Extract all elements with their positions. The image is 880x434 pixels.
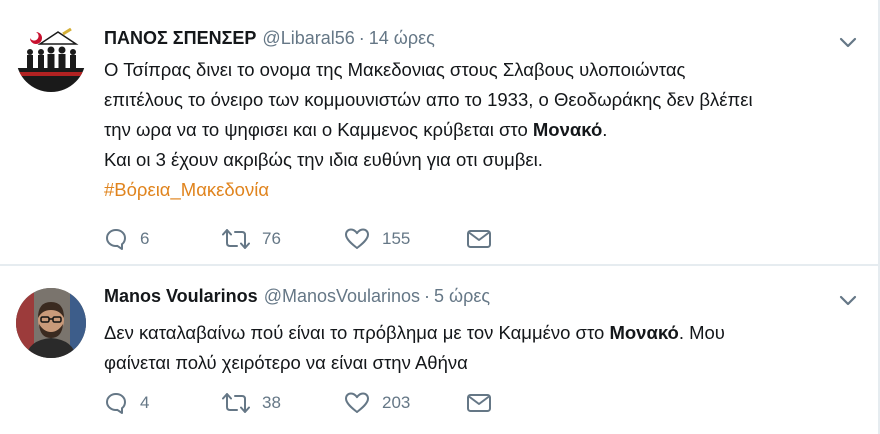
avatar-image xyxy=(16,22,86,92)
tweet-text-line: Δεν καταλαβαίνω πού είναι το πρόβλημα με… xyxy=(104,322,725,343)
reply-button[interactable]: 4 xyxy=(104,388,149,418)
like-count: 203 xyxy=(382,393,411,412)
tweet-text: Ο Τσίπρας δινει το ονομα της Μακεδονιας … xyxy=(104,55,864,205)
tweet[interactable]: ΠΑΝΟΣ ΣΠΕΝΣΕΡ @Libaral56 · 14 ώρες Ο Τσίπρα… xyxy=(0,0,880,264)
like-button[interactable]: 155 xyxy=(344,224,410,254)
direct-message-icon xyxy=(467,394,491,412)
bold-word: Μονακό xyxy=(532,119,603,140)
reply-count: 6 xyxy=(140,229,150,248)
heart-icon xyxy=(345,228,369,249)
display-name[interactable]: ΠΑΝΟΣ ΣΠΕΝΣΕΡ xyxy=(104,28,256,48)
tweet-text: Δεν καταλαβαίνω πού είναι το πρόβλημα με… xyxy=(104,318,864,378)
timestamp[interactable]: 5 ώρες xyxy=(434,286,490,306)
display-name[interactable]: Manos Voularinos xyxy=(104,286,258,306)
tweet-feed: ΠΑΝΟΣ ΣΠΕΝΣΕΡ @Libaral56 · 14 ώρες Ο Τσίπρα… xyxy=(0,0,880,434)
tweet[interactable]: Manos Voularinos @ManosVoularinos · 5 ώρες … xyxy=(0,264,880,434)
retweet-button[interactable]: 76 xyxy=(222,224,281,254)
direct-message-button[interactable] xyxy=(466,388,492,418)
tweet-text-line: Ο Τσίπρας δινει το ονομα της Μακεδονιας … xyxy=(104,59,686,80)
separator-dot: · xyxy=(358,28,365,48)
separator-dot: · xyxy=(424,286,431,306)
avatar-image xyxy=(16,288,86,358)
direct-message-icon xyxy=(467,230,491,248)
chevron-down-icon[interactable] xyxy=(838,32,858,52)
reply-icon xyxy=(106,229,126,250)
bold-word: Μονακό xyxy=(609,322,679,343)
tweet-text-line: επιτέλους το όνειρο των κομμουνιστών απο… xyxy=(104,89,753,110)
hashtag-link[interactable]: #Βόρεια_Μακεδονία xyxy=(104,179,269,200)
reply-count: 4 xyxy=(140,393,150,412)
user-handle[interactable]: @ManosVoularinos xyxy=(264,286,420,306)
reply-button[interactable]: 6 xyxy=(104,224,149,254)
retweet-count: 76 xyxy=(262,229,281,248)
retweet-button[interactable]: 38 xyxy=(222,388,281,418)
tweet-text-line: την ωρα να το ψηφισει και ο Καμμενος κρύ… xyxy=(104,119,608,140)
timestamp[interactable]: 14 ώρες xyxy=(369,28,435,48)
retweet-icon xyxy=(222,393,250,413)
like-button[interactable]: 203 xyxy=(344,388,410,418)
heart-icon xyxy=(345,392,369,413)
direct-message-button[interactable] xyxy=(466,224,492,254)
tweet-text-line: φαίνεται πολύ χειρότερο να είναι στην Αθ… xyxy=(104,352,468,373)
retweet-icon xyxy=(222,229,250,249)
tweet-header: Manos Voularinos @ManosVoularinos · 5 ώρες xyxy=(104,286,490,307)
retweet-count: 38 xyxy=(262,393,281,412)
chevron-down-icon[interactable] xyxy=(838,290,858,310)
avatar[interactable] xyxy=(16,22,86,92)
tweet-text-line: Και οι 3 έχουν ακριβώς την ιδια ευθύνη γ… xyxy=(104,149,543,170)
tweet-header: ΠΑΝΟΣ ΣΠΕΝΣΕΡ @Libaral56 · 14 ώρες xyxy=(104,28,435,49)
like-count: 155 xyxy=(382,229,411,248)
user-handle[interactable]: @Libaral56 xyxy=(262,28,354,48)
avatar[interactable] xyxy=(16,288,86,358)
reply-icon xyxy=(106,393,126,414)
